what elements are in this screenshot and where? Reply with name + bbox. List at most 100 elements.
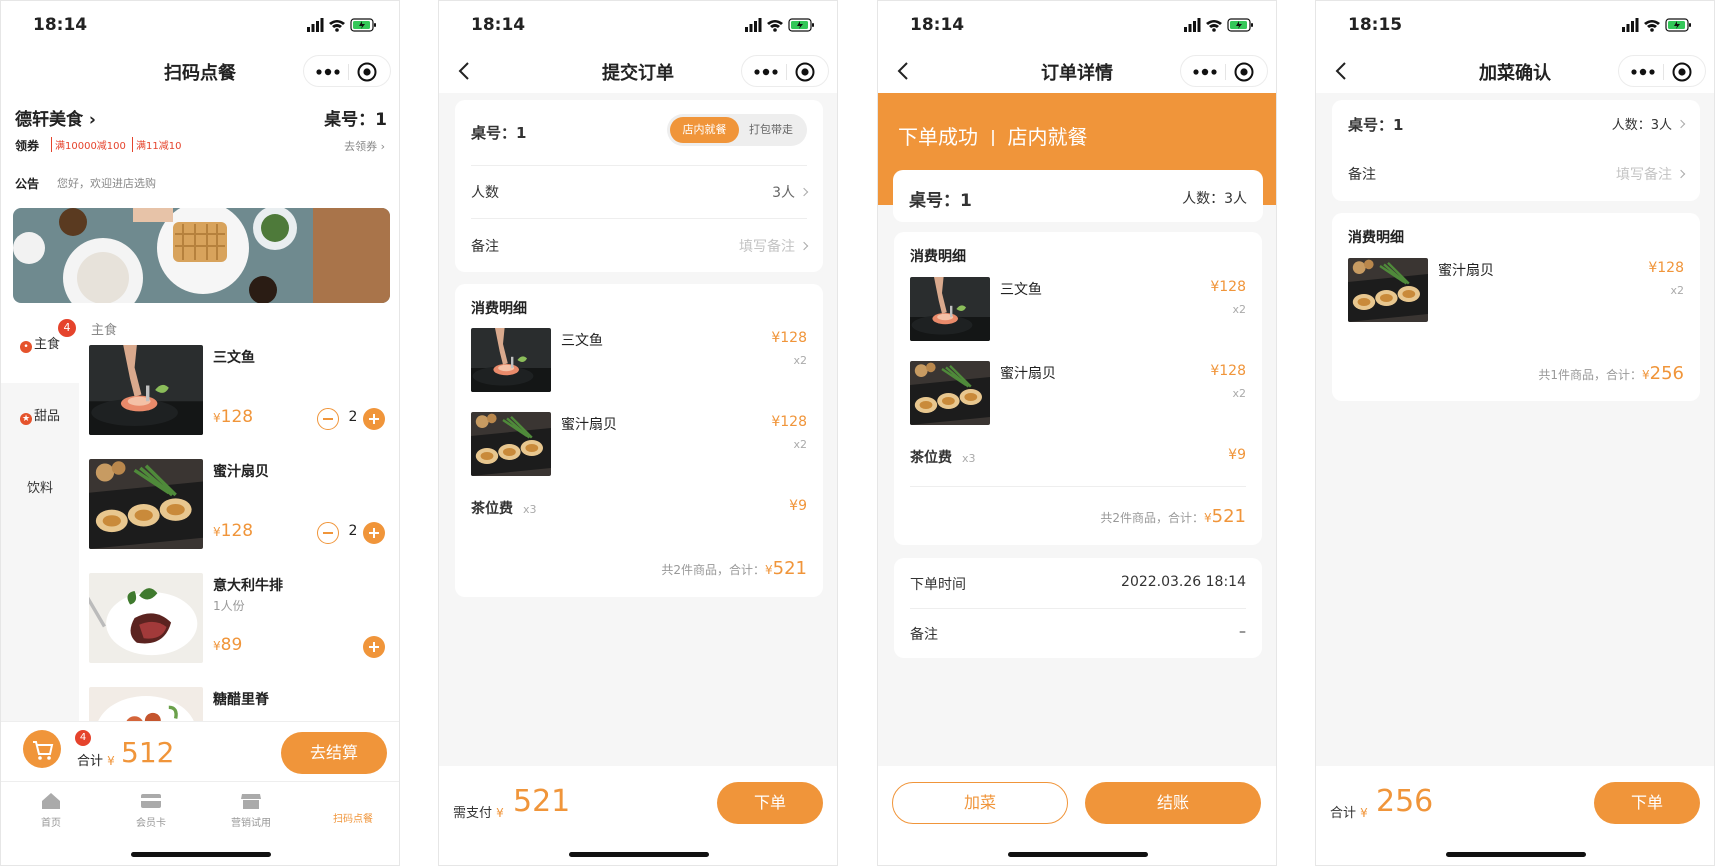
miniapp-capsule xyxy=(1618,55,1706,87)
category-label: 饮料 xyxy=(26,481,53,496)
navbar: 订单详情 xyxy=(878,49,1276,93)
add-dishes-confirm-screen: 18:15 加菜确认 桌号：1 人数：3人 备注 填写备注 消费明细 蜜汁扇贝 … xyxy=(1315,0,1715,866)
dish-name: 意大利牛排 xyxy=(213,578,283,594)
order-status-text: 下单成功 店内就餐 xyxy=(898,125,1088,149)
note-input[interactable]: 填写备注 xyxy=(739,236,809,256)
capsule-divider xyxy=(786,64,787,80)
close-miniapp-icon[interactable] xyxy=(1233,61,1255,83)
get-coupon-link[interactable]: 去领券 › xyxy=(344,138,385,154)
chevron-right-icon xyxy=(1676,169,1686,179)
capsule-divider xyxy=(1663,64,1664,80)
notice-text: 您好，欢迎进店选购 xyxy=(57,177,156,190)
cart-button[interactable]: 4 xyxy=(23,730,91,768)
tab-member-card[interactable]: 会员卡 xyxy=(121,792,181,829)
tab-marketing[interactable]: 营销试用 xyxy=(221,792,281,829)
dine-in-option[interactable]: 店内就餐 xyxy=(670,117,739,143)
close-miniapp-icon[interactable] xyxy=(794,61,816,83)
pay-bar: 合计 ¥ 256 下单 xyxy=(1316,766,1714,865)
divider xyxy=(910,486,1246,487)
increase-button[interactable] xyxy=(363,522,385,544)
total-value: 256 xyxy=(1376,784,1434,819)
dish-item[interactable]: 三文鱼 ¥128 2 xyxy=(89,345,399,437)
navbar: 加菜确认 xyxy=(1316,49,1714,93)
order-meta-card: 下单时间 2022.03.26 18:14 备注 – xyxy=(894,558,1262,658)
pay-label: 需支付 ¥ xyxy=(453,806,504,821)
checkout-button[interactable]: 去结算 xyxy=(281,732,387,774)
table-number: 桌号：1 xyxy=(471,124,527,142)
increase-button[interactable] xyxy=(363,636,385,658)
miniapp-capsule xyxy=(1180,55,1268,87)
add-dishes-button[interactable]: 加菜 xyxy=(892,782,1068,824)
tab-scan-order[interactable]: 扫码点餐 xyxy=(323,810,383,825)
bill-summary: 共1件商品，合计：¥256 xyxy=(1538,363,1684,384)
item-image xyxy=(910,277,990,341)
close-miniapp-icon[interactable] xyxy=(356,61,378,83)
cart-bar: 4 合计 ¥ 512 去结算 xyxy=(1,721,399,781)
card-icon xyxy=(141,794,161,808)
bill-title: 消费明细 xyxy=(1348,230,1404,246)
miniapp-capsule xyxy=(741,55,829,87)
chevron-right-icon xyxy=(1676,119,1686,129)
store-icon xyxy=(241,794,261,809)
total-label: 合计 ¥ xyxy=(1330,806,1368,821)
cart-count-badge: 4 xyxy=(75,730,91,746)
coupon-tag: 满11减10 xyxy=(132,137,181,152)
dish-price: ¥128 xyxy=(213,521,254,541)
table-number: 桌号：1 xyxy=(909,191,972,211)
tea-fee-label: 茶位费 x3 xyxy=(910,450,976,466)
dish-price: ¥128 xyxy=(213,407,254,427)
dish-item[interactable]: 蜜汁扇贝 ¥128 2 xyxy=(89,459,399,551)
shop-name[interactable]: 德轩美食 › xyxy=(15,105,96,130)
more-icon[interactable] xyxy=(1191,62,1219,82)
dish-name: 三文鱼 xyxy=(213,350,255,366)
people-selector[interactable]: 人数：3人 xyxy=(1612,114,1686,133)
pay-value: 521 xyxy=(513,784,571,819)
order-time-label: 下单时间 xyxy=(910,577,966,593)
note-label: 备注 xyxy=(471,239,499,255)
checkout-button[interactable]: 结账 xyxy=(1085,782,1261,824)
increase-button[interactable] xyxy=(363,408,385,430)
item-name: 蜜汁扇贝 xyxy=(1000,366,1056,382)
category-drinks[interactable]: 饮料 xyxy=(1,457,79,527)
tea-fee-price: ¥9 xyxy=(789,498,807,514)
more-icon[interactable] xyxy=(314,62,342,82)
notice-label: 公告 xyxy=(15,177,40,191)
bill-title: 消费明细 xyxy=(910,249,966,265)
close-miniapp-icon[interactable] xyxy=(1671,61,1693,83)
people-count: 人数：3人 xyxy=(1182,191,1247,207)
takeaway-option[interactable]: 打包带走 xyxy=(739,117,803,143)
tab-home[interactable]: 首页 xyxy=(21,792,81,829)
tea-fee-label: 茶位费 x3 xyxy=(471,501,537,517)
item-price: ¥128 xyxy=(771,330,807,346)
table-number: 桌号：1 xyxy=(324,110,387,130)
home-indicator xyxy=(131,852,271,857)
dish-item[interactable]: 意大利牛排 1人份 ¥89 xyxy=(89,573,399,665)
action-bar: 加菜 结账 xyxy=(878,766,1276,865)
more-icon[interactable] xyxy=(1629,62,1657,82)
more-icon[interactable] xyxy=(752,62,780,82)
divider xyxy=(471,218,807,219)
bill-detail-card: 消费明细 蜜汁扇贝 ¥128 x2 共1件商品，合计：¥256 xyxy=(1332,213,1700,401)
category-count-badge: 4 xyxy=(58,319,76,337)
decrease-button[interactable] xyxy=(317,408,339,430)
item-quantity: x2 xyxy=(1232,303,1246,316)
place-order-button[interactable]: 下单 xyxy=(717,782,823,824)
status-time: 18:14 xyxy=(910,15,965,35)
note-input[interactable]: 填写备注 xyxy=(1616,164,1686,184)
place-order-button[interactable]: 下单 xyxy=(1594,782,1700,824)
bill-title: 消费明细 xyxy=(471,301,527,317)
category-dessert[interactable]: ★ 甜品 xyxy=(1,385,79,455)
home-indicator xyxy=(569,852,709,857)
capsule-divider xyxy=(1225,64,1226,80)
item-price: ¥128 xyxy=(771,414,807,430)
signal-wifi-battery-icon xyxy=(745,18,817,32)
decrease-button[interactable] xyxy=(317,522,339,544)
note-value: – xyxy=(1239,624,1246,640)
status-bar: 18:14 xyxy=(1,1,399,49)
people-selector[interactable]: 3人 xyxy=(772,182,809,202)
bill-detail-card: 消费明细 三文鱼 ¥128 x2 蜜汁扇贝 ¥128 x2 茶位费 x3 ¥9 共… xyxy=(894,232,1262,545)
dish-item[interactable]: 糖醋里脊 xyxy=(89,687,399,721)
star-icon: ★ xyxy=(19,413,32,425)
order-info-card: 桌号：1 店内就餐 打包带走 人数 3人 备注 填写备注 xyxy=(455,100,823,272)
table-card: 桌号：1 人数：3人 xyxy=(893,170,1263,222)
